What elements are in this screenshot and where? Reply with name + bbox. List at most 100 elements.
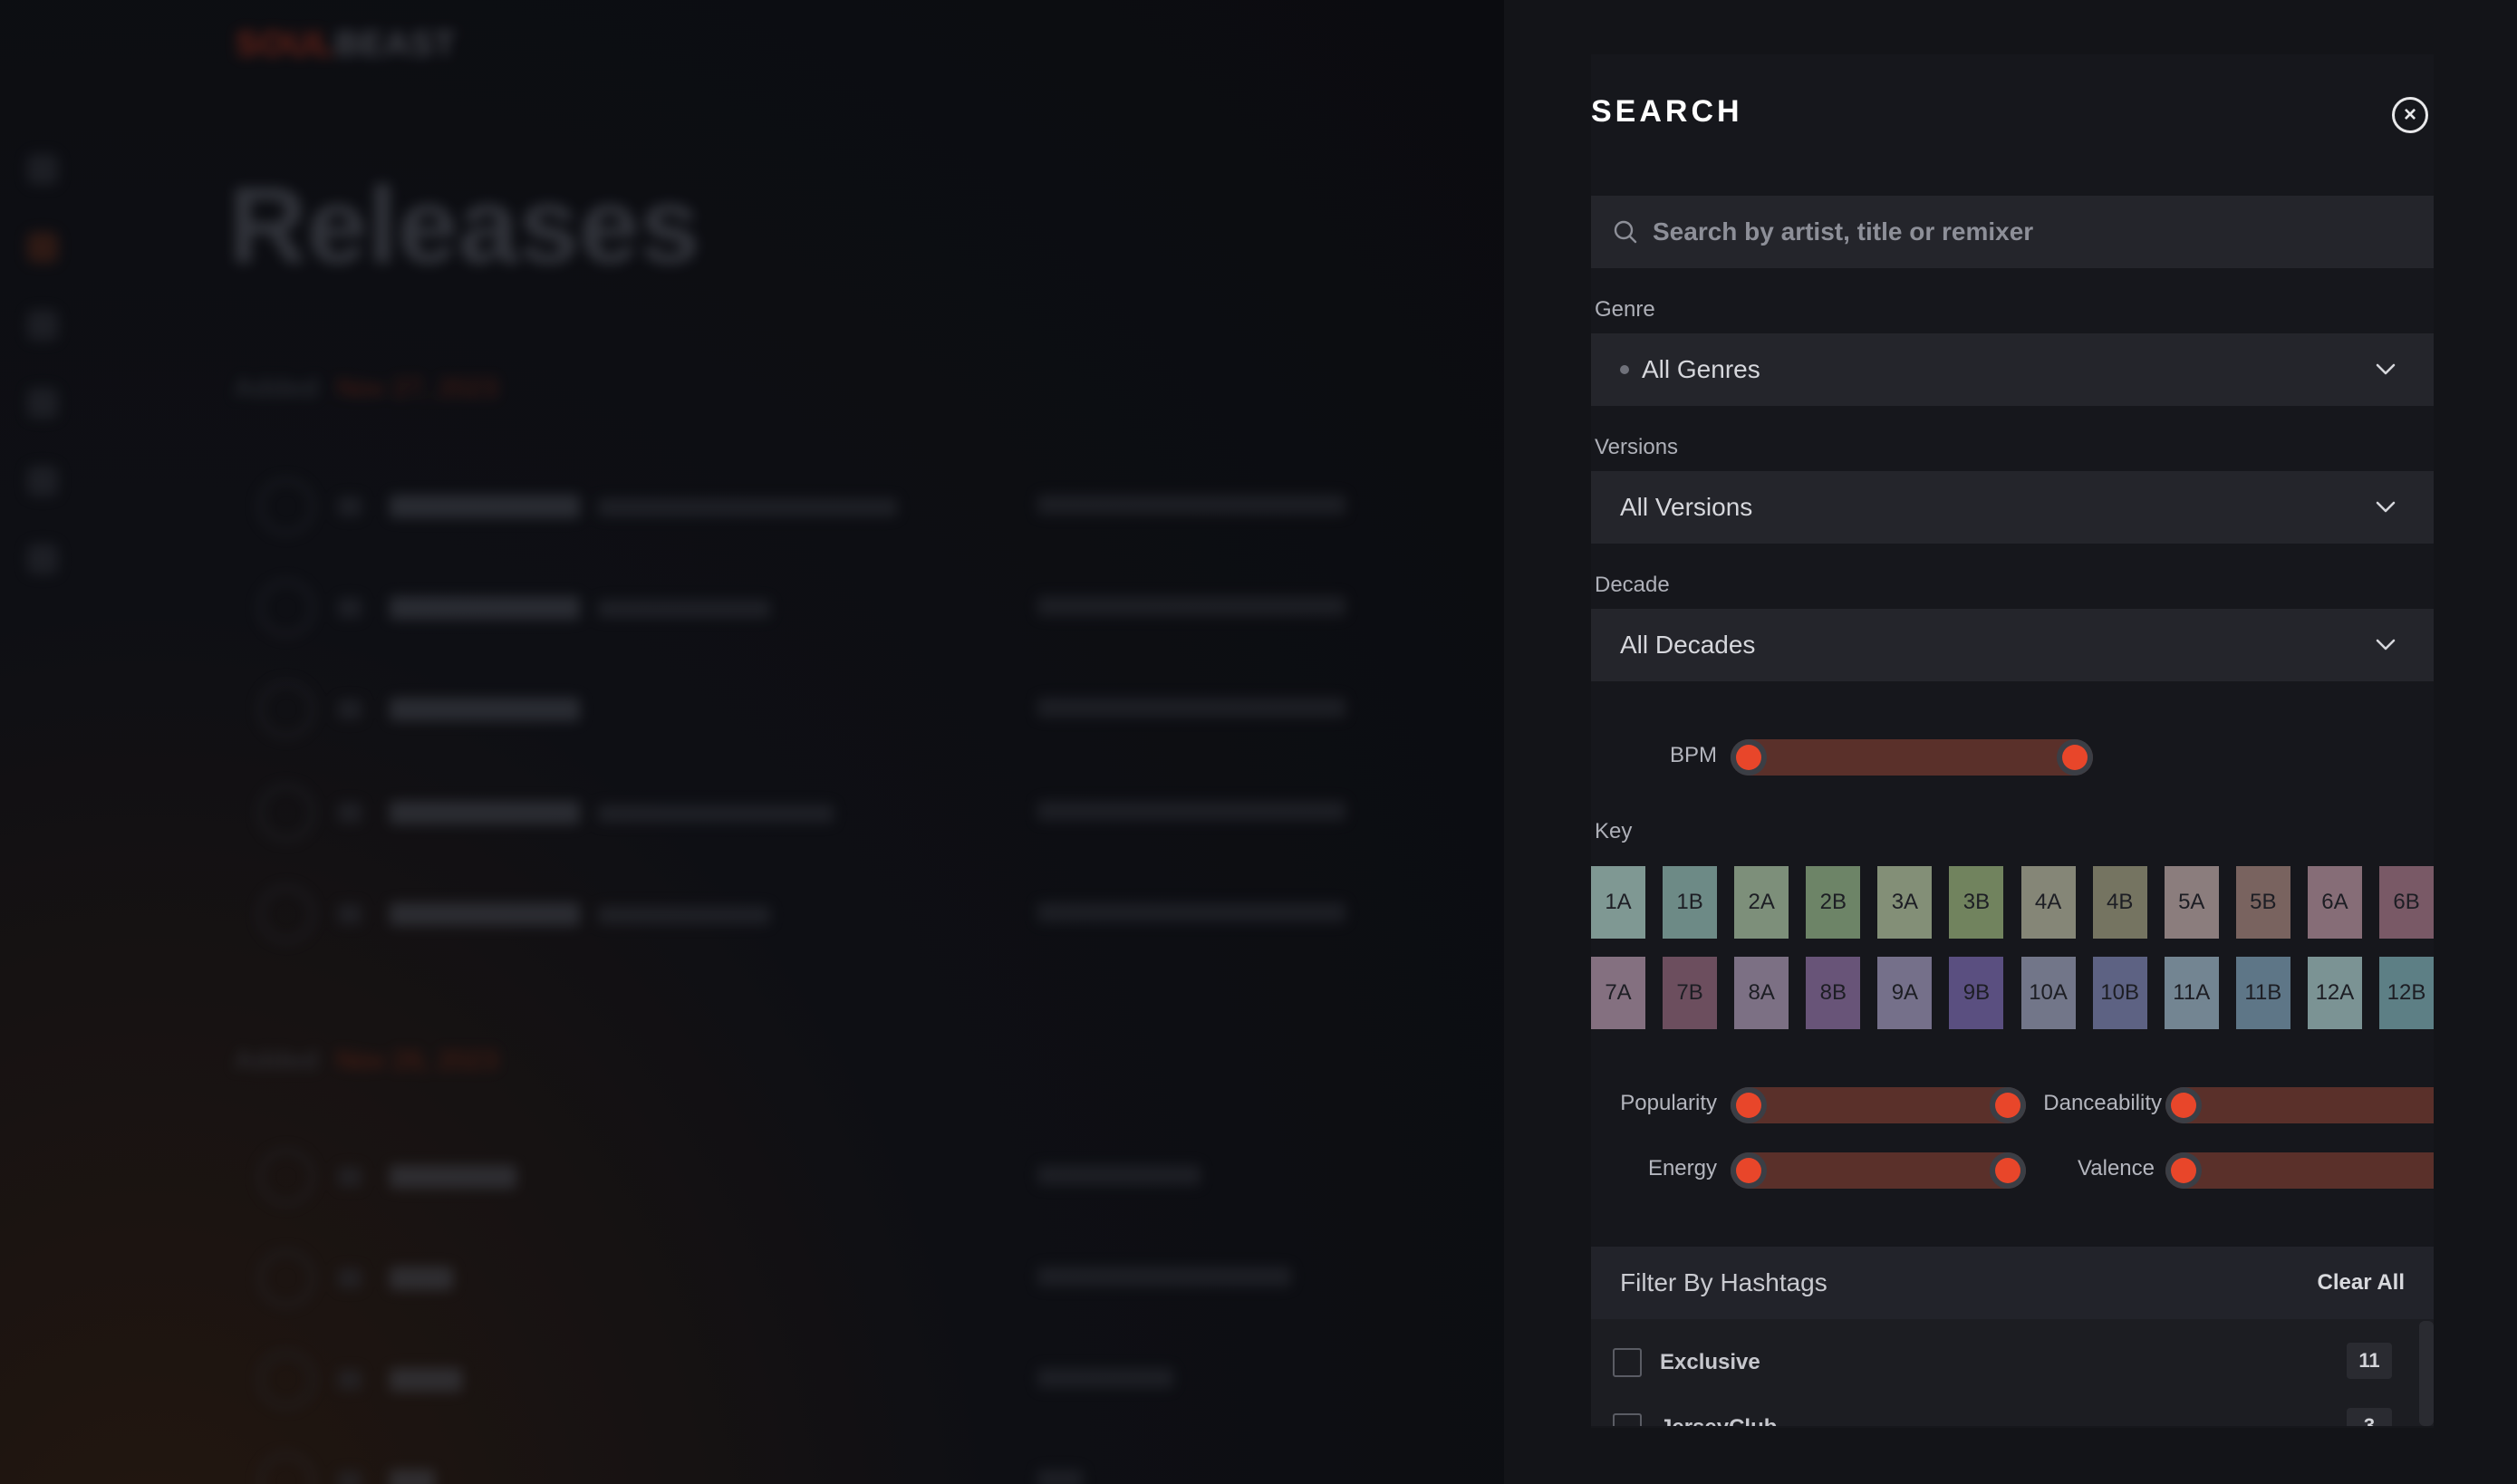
hashtag-scrollbar[interactable] — [2419, 1321, 2434, 1426]
key-chip-4a[interactable]: 4A — [2020, 866, 2076, 939]
danceability-slider[interactable] — [2165, 1087, 2434, 1123]
key-chip-9b[interactable]: 9B — [1949, 957, 2004, 1029]
decade-select[interactable]: All Decades — [1591, 609, 2434, 681]
play-icon[interactable] — [258, 681, 314, 737]
play-icon[interactable] — [258, 785, 314, 841]
key-chip-2b[interactable]: 2B — [1806, 866, 1861, 939]
release-row[interactable] — [258, 1149, 1504, 1212]
genre-dot-icon — [1620, 365, 1629, 374]
hashtag-count: 3 — [2347, 1408, 2392, 1426]
danceability-slider-range — [2165, 1087, 2434, 1123]
release-row[interactable] — [258, 785, 1504, 848]
hashtag-filter-title: Filter By Hashtags — [1620, 1268, 1827, 1296]
search-input[interactable] — [1653, 217, 2396, 246]
key-chip-1a[interactable]: 1A — [1591, 866, 1645, 939]
key-chip-11a[interactable]: 11A — [2164, 957, 2219, 1029]
key-chip-11b[interactable]: 11B — [2235, 957, 2290, 1029]
key-chip-5b[interactable]: 5B — [2235, 866, 2290, 939]
key-grid: 1A 1B 2A 2B 3A 3B 4A 4B 5A 5B 6A 6B 7A 7… — [1591, 866, 2435, 1029]
play-icon[interactable] — [258, 478, 314, 535]
nav-playlist-icon[interactable] — [27, 388, 58, 419]
logo-part-2: BEAST — [334, 25, 457, 63]
release-row[interactable] — [258, 580, 1504, 643]
release-row[interactable] — [258, 681, 1504, 745]
release-row[interactable] — [258, 886, 1504, 949]
versions-label: Versions — [1595, 435, 1679, 459]
release-row[interactable] — [258, 478, 1504, 542]
key-chip-3b[interactable]: 3B — [1949, 866, 2004, 939]
danceability-min-handle[interactable] — [2165, 1087, 2202, 1123]
popularity-slider[interactable] — [1731, 1087, 2026, 1123]
close-button[interactable]: × — [2392, 97, 2428, 133]
genre-select[interactable]: All Genres — [1591, 333, 2434, 406]
bpm-slider[interactable] — [1731, 739, 2093, 776]
valence-min-handle[interactable] — [2165, 1152, 2202, 1189]
key-chip-12a[interactable]: 12A — [2307, 957, 2362, 1029]
release-row[interactable] — [258, 1453, 1504, 1484]
key-chip-2a[interactable]: 2A — [1734, 866, 1789, 939]
genre-value: All Genres — [1642, 355, 1760, 383]
nav-profile-icon[interactable] — [27, 544, 58, 574]
background-page: SOULBEAST Releases Added Nov 27, 2023 Ad… — [0, 0, 1504, 1484]
date-group-date: Nov 26, 2023 — [336, 1046, 498, 1075]
versions-select[interactable]: All Versions — [1591, 471, 2434, 544]
play-icon[interactable] — [258, 886, 314, 942]
play-icon[interactable] — [258, 1250, 314, 1306]
search-field[interactable] — [1591, 196, 2434, 268]
side-nav — [27, 154, 63, 622]
bpm-min-handle[interactable] — [1731, 739, 1767, 776]
key-chip-7b[interactable]: 7B — [1663, 957, 1718, 1029]
key-chip-8b[interactable]: 8B — [1806, 957, 1861, 1029]
versions-value: All Versions — [1620, 493, 1753, 521]
key-chip-6b[interactable]: 6B — [2379, 866, 2435, 939]
play-icon[interactable] — [258, 1453, 314, 1484]
valence-slider[interactable] — [2165, 1152, 2434, 1189]
key-chip-4b[interactable]: 4B — [2092, 866, 2147, 939]
key-chip-9a[interactable]: 9A — [1877, 957, 1933, 1029]
key-chip-5a[interactable]: 5A — [2164, 866, 2219, 939]
date-group-label: Added — [234, 373, 319, 403]
hashtag-item[interactable]: Exclusive 11 — [1613, 1339, 2392, 1384]
search-icon — [1614, 220, 1637, 244]
hashtag-filter-header: Filter By Hashtags Clear All — [1591, 1247, 2434, 1319]
search-panel: SEARCH × Genre All Genres Versions All V… — [1504, 0, 2517, 1484]
hashtag-name: JerseyClub — [1660, 1415, 1777, 1426]
key-chip-3a[interactable]: 3A — [1877, 866, 1933, 939]
key-chip-12b[interactable]: 12B — [2379, 957, 2435, 1029]
nav-home-icon[interactable] — [27, 154, 58, 185]
app-logo: SOULBEAST — [236, 25, 456, 64]
hashtag-count: 11 — [2347, 1343, 2392, 1379]
nav-releases-icon[interactable] — [27, 232, 58, 263]
nav-crate-icon[interactable] — [27, 466, 58, 496]
key-chip-8a[interactable]: 8A — [1734, 957, 1789, 1029]
release-row[interactable] — [258, 1250, 1504, 1314]
genre-label: Genre — [1595, 297, 1655, 322]
valence-slider-range — [2165, 1152, 2434, 1189]
hashtag-checkbox[interactable] — [1613, 1413, 1642, 1426]
hashtag-checkbox[interactable] — [1613, 1348, 1642, 1377]
popularity-min-handle[interactable] — [1731, 1087, 1767, 1123]
bpm-max-handle[interactable] — [2057, 739, 2093, 776]
clear-all-button[interactable]: Clear All — [2318, 1270, 2405, 1296]
key-chip-7a[interactable]: 7A — [1591, 957, 1645, 1029]
energy-slider-range — [1731, 1152, 2026, 1189]
date-group-label: Added — [234, 1046, 319, 1075]
popularity-slider-range — [1731, 1087, 2026, 1123]
nav-search-icon[interactable] — [27, 310, 58, 341]
key-label: Key — [1595, 819, 1633, 843]
energy-slider[interactable] — [1731, 1152, 2026, 1189]
key-chip-10b[interactable]: 10B — [2092, 957, 2147, 1029]
key-chip-1b[interactable]: 1B — [1663, 866, 1718, 939]
decade-value: All Decades — [1620, 631, 1756, 659]
key-chip-10a[interactable]: 10A — [2020, 957, 2076, 1029]
logo-part-1: SOUL — [236, 25, 335, 63]
chevron-down-icon — [2376, 501, 2396, 513]
hashtag-item[interactable]: JerseyClub 3 — [1613, 1404, 2392, 1426]
play-icon[interactable] — [258, 1352, 314, 1408]
energy-label: Energy — [1647, 1156, 1717, 1180]
play-icon[interactable] — [258, 580, 314, 636]
play-icon[interactable] — [258, 1149, 314, 1205]
key-chip-6a[interactable]: 6A — [2307, 866, 2362, 939]
release-row[interactable] — [258, 1352, 1504, 1415]
energy-min-handle[interactable] — [1731, 1152, 1767, 1189]
